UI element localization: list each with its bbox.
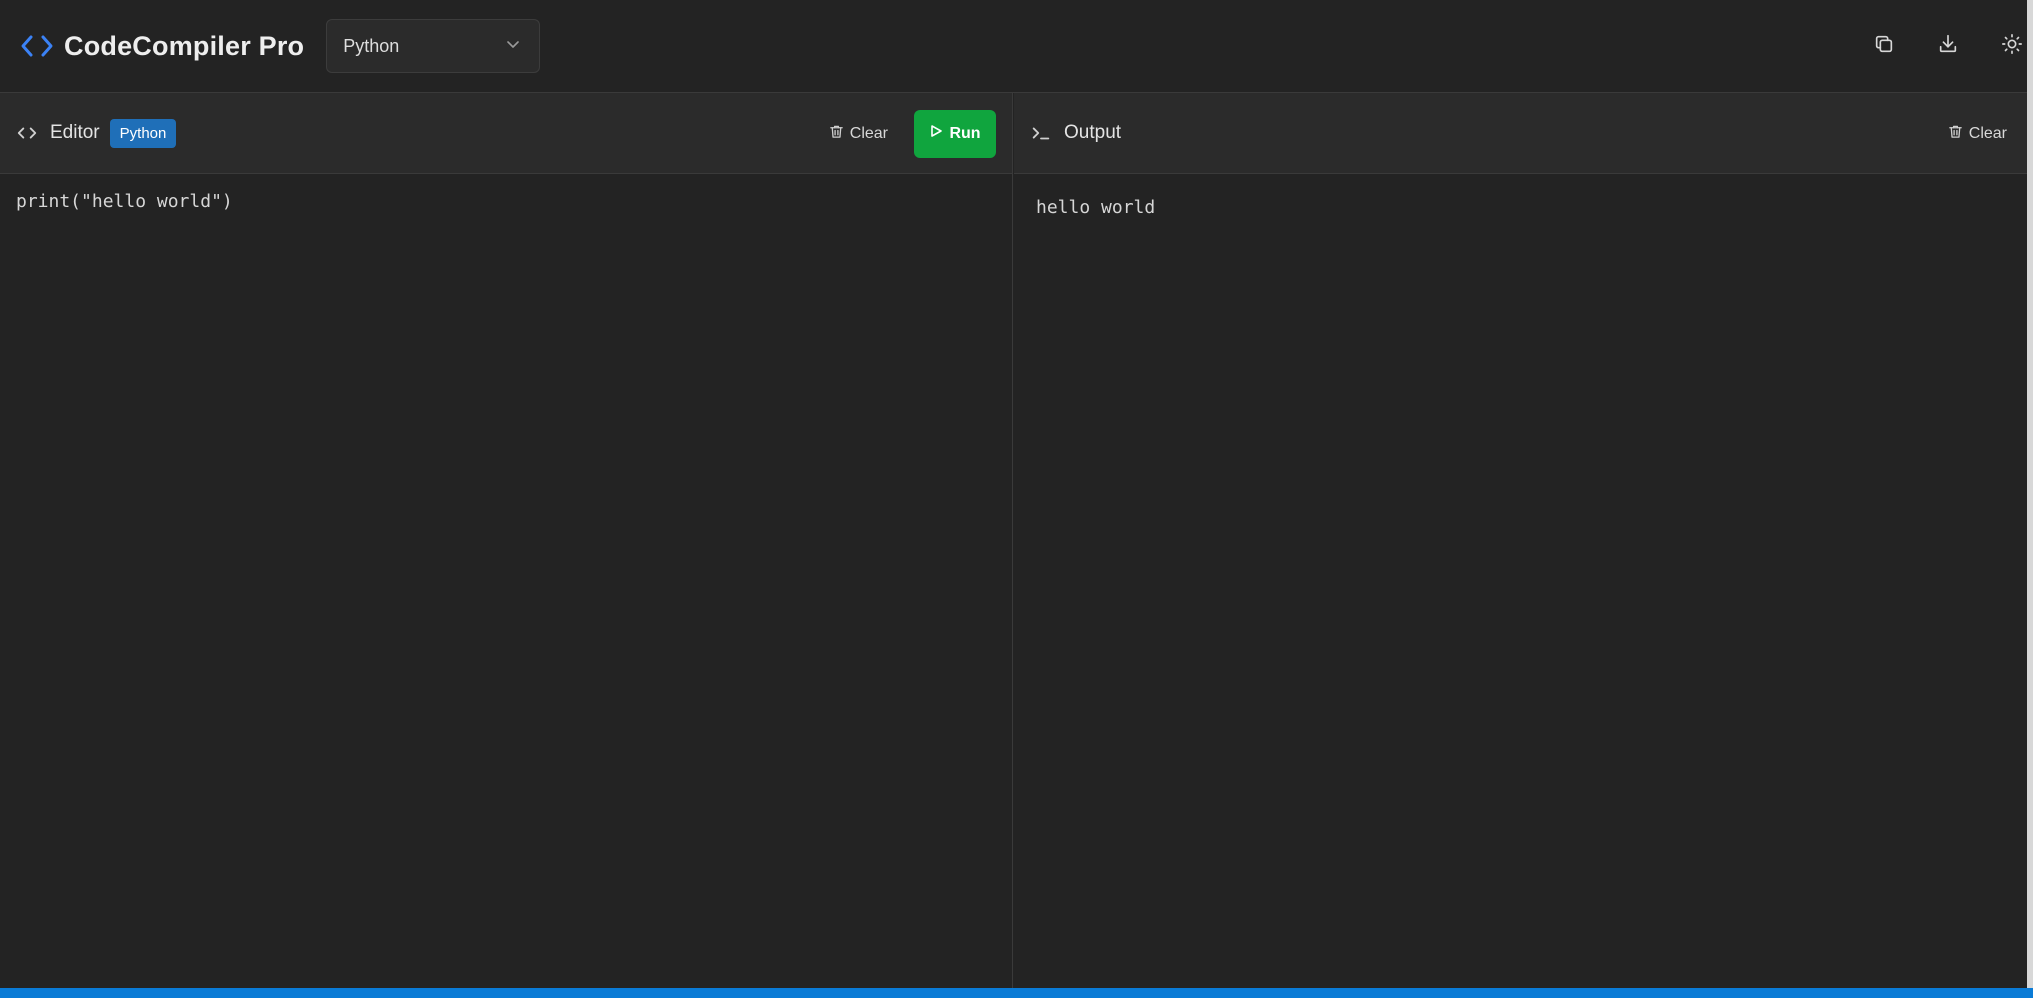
trash-icon <box>1948 124 1969 144</box>
output-actions: Clear <box>1944 93 2011 174</box>
download-icon <box>1937 33 1959 60</box>
copy-button[interactable] <box>1868 31 1900 63</box>
language-select-value: Python <box>343 35 400 56</box>
editor-clear-button[interactable]: Clear <box>825 118 892 150</box>
terminal-icon <box>1030 121 1054 145</box>
editor-actions: Clear Run <box>825 93 996 174</box>
sun-icon <box>2001 33 2023 60</box>
theme-toggle-button[interactable] <box>1996 31 2028 63</box>
app-title: CodeCompiler Pro <box>64 30 305 61</box>
language-badge: Python <box>109 118 177 148</box>
run-label: Run <box>949 124 981 142</box>
code-icon <box>16 121 40 145</box>
code-line: print("hello world") <box>16 191 233 212</box>
output-console: hello world <box>1014 175 2027 988</box>
code-brackets-icon <box>20 31 54 61</box>
output-line: hello world <box>1036 197 1156 218</box>
output-clear-button[interactable]: Clear <box>1944 118 2011 150</box>
window-scrollbar[interactable] <box>2027 0 2033 988</box>
status-bar <box>0 988 2033 998</box>
output-header: Output Clear <box>1014 93 2027 174</box>
brand: CodeCompiler Pro <box>20 31 304 62</box>
run-button[interactable]: Run <box>914 109 996 158</box>
language-select[interactable]: Python <box>326 19 541 73</box>
download-button[interactable] <box>1932 31 1964 63</box>
editor-panel: Editor Python Clear Run print("hello wor… <box>0 93 1013 988</box>
trash-icon <box>829 124 850 144</box>
top-bar: CodeCompiler Pro Python <box>0 0 2033 93</box>
editor-header: Editor Python Clear Run <box>0 93 1012 174</box>
output-clear-label: Clear <box>1968 124 2007 142</box>
copy-icon <box>1873 33 1895 60</box>
play-icon <box>929 124 949 143</box>
code-editor[interactable]: print("hello world") <box>0 175 1012 988</box>
output-title: Output <box>1064 122 1122 143</box>
editor-title: Editor <box>50 122 100 143</box>
chevron-down-icon <box>505 36 521 57</box>
app-window: CodeCompiler Pro Python Editor Python Cl… <box>0 0 2033 998</box>
editor-clear-label: Clear <box>849 124 888 142</box>
output-panel: Output Clear hello world <box>1014 93 2027 988</box>
